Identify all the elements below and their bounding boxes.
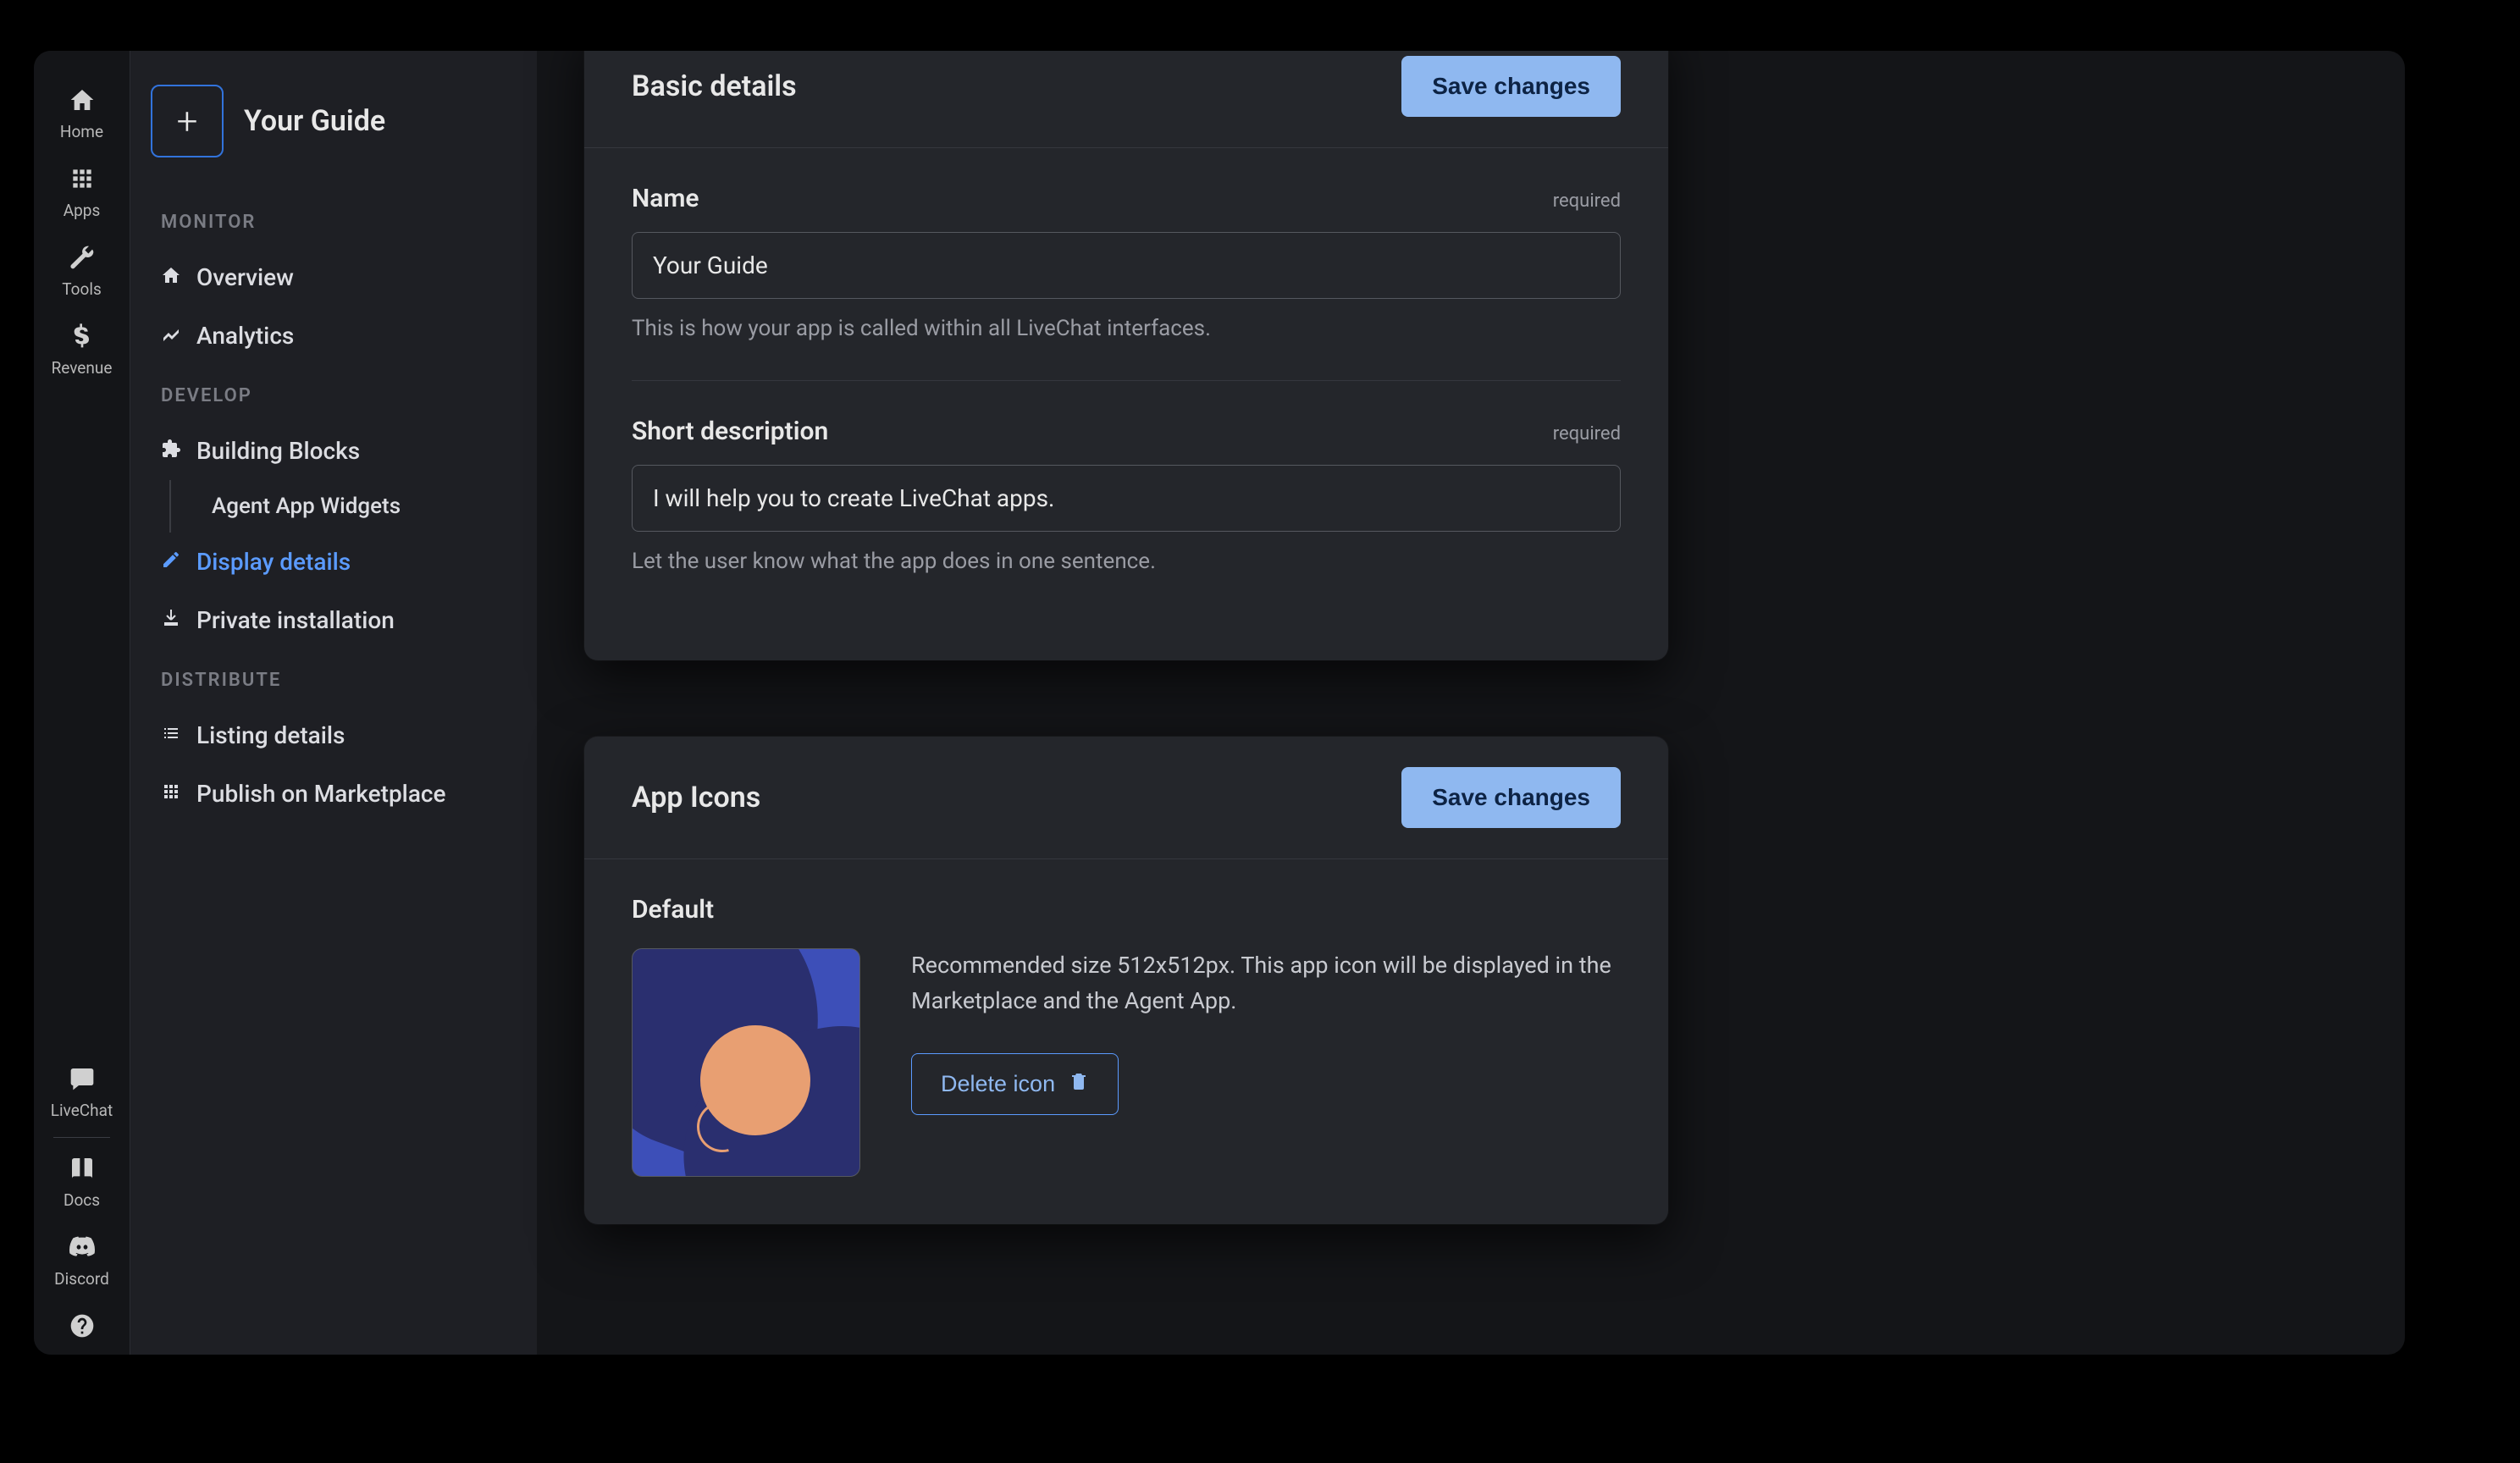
icon-meta: Recommended size 512x512px. This app ico… (911, 948, 1621, 1115)
rail-label: Revenue (52, 358, 113, 378)
icon-preview[interactable] (632, 948, 860, 1177)
nav-private-installation[interactable]: Private installation (151, 591, 517, 649)
discord-icon (69, 1234, 96, 1264)
card-title: App Icons (632, 781, 760, 814)
short-desc-label: Short description (632, 417, 828, 446)
help-icon (69, 1312, 96, 1343)
name-label: Name (632, 184, 699, 213)
nav-overview[interactable]: Overview (151, 248, 517, 306)
nav-label: Agent App Widgets (212, 494, 401, 519)
rail-revenue[interactable]: Revenue (34, 311, 130, 389)
home-icon (69, 86, 96, 117)
chat-icon (69, 1065, 96, 1096)
grid-icon (161, 780, 181, 808)
nav-label: Listing details (196, 721, 345, 749)
app-name: Your Guide (244, 104, 385, 138)
nav-sub-list: Agent App Widgets (169, 480, 517, 533)
rail-help[interactable] (34, 1300, 130, 1355)
icon-description: Recommended size 512x512px. This app ico… (911, 948, 1621, 1019)
name-input[interactable] (632, 232, 1621, 299)
card-header: Basic details Save changes (584, 51, 1668, 148)
dollar-icon (69, 323, 96, 353)
card-header: App Icons Save changes (584, 737, 1668, 859)
save-button[interactable]: Save changes (1401, 767, 1621, 828)
required-tag: required (1553, 190, 1621, 212)
icon-rail: Home Apps Tools Revenue LiveChat Docs Di… (34, 51, 130, 1355)
short-desc-input[interactable] (632, 465, 1621, 532)
app-icon-placeholder[interactable]: + (151, 85, 224, 157)
list-icon (161, 721, 181, 749)
card-body: Default Recommended size 512x512px. This… (584, 859, 1668, 1224)
nav-building-blocks[interactable]: Building Blocks (151, 422, 517, 480)
book-icon (69, 1155, 96, 1185)
rail-label: Home (60, 122, 103, 141)
nav-label: Building Blocks (196, 437, 360, 465)
rail-tools[interactable]: Tools (34, 232, 130, 311)
rail-label: Tools (62, 279, 102, 299)
nav-display-details[interactable]: Display details (151, 533, 517, 591)
sidebar: + Your Guide Monitor Overview Analytics … (130, 51, 537, 1355)
section-develop: Develop (151, 365, 517, 422)
home-icon (161, 263, 181, 291)
chart-icon (161, 322, 181, 350)
wrench-icon (69, 244, 96, 274)
button-label: Delete icon (941, 1071, 1055, 1097)
rail-label: Apps (64, 201, 101, 220)
nav-label: Publish on Marketplace (196, 780, 446, 808)
nav-label: Overview (196, 263, 294, 291)
app-header: + Your Guide (151, 85, 517, 191)
rail-label: LiveChat (51, 1101, 113, 1120)
rail-home[interactable]: Home (34, 75, 130, 153)
rail-apps[interactable]: Apps (34, 153, 130, 232)
nav-publish-marketplace[interactable]: Publish on Marketplace (151, 765, 517, 823)
rail-discord[interactable]: Discord (34, 1222, 130, 1300)
card-title: Basic details (632, 69, 797, 103)
rail-label: Docs (64, 1190, 100, 1210)
nav-label: Private installation (196, 606, 395, 634)
nav-listing-details[interactable]: Listing details (151, 706, 517, 765)
app-window: Home Apps Tools Revenue LiveChat Docs Di… (34, 51, 2405, 1355)
puzzle-icon (161, 437, 181, 465)
short-desc-field-block: Short description required Let the user … (632, 417, 1621, 613)
pencil-icon (161, 548, 181, 576)
nav-label: Analytics (196, 322, 294, 350)
default-icon-label: Default (632, 895, 1621, 925)
rail-label: Discord (54, 1269, 109, 1289)
divider (53, 1137, 111, 1138)
required-tag: required (1553, 423, 1621, 444)
icon-row: Recommended size 512x512px. This app ico… (632, 948, 1621, 1177)
main-content: Basic details Save changes Name required… (584, 51, 1668, 1224)
nav-label: Display details (196, 548, 351, 576)
nav-analytics[interactable]: Analytics (151, 306, 517, 365)
download-icon (161, 606, 181, 634)
short-desc-helper: Let the user know what the app does in o… (632, 549, 1621, 574)
apps-icon (69, 165, 96, 196)
trash-icon (1069, 1071, 1089, 1097)
section-monitor: Monitor (151, 191, 517, 248)
rail-docs[interactable]: Docs (34, 1143, 130, 1222)
name-helper: This is how your app is called within al… (632, 316, 1621, 341)
basic-details-card: Basic details Save changes Name required… (584, 51, 1668, 660)
rail-livechat[interactable]: LiveChat (34, 1053, 130, 1132)
section-distribute: Distribute (151, 649, 517, 706)
card-body: Name required This is how your app is ca… (584, 148, 1668, 660)
delete-icon-button[interactable]: Delete icon (911, 1053, 1119, 1115)
nav-agent-app-widgets[interactable]: Agent App Widgets (202, 480, 517, 533)
name-field-block: Name required This is how your app is ca… (632, 184, 1621, 381)
save-button[interactable]: Save changes (1401, 56, 1621, 117)
plus-icon: + (177, 99, 198, 143)
app-icons-card: App Icons Save changes Default Recommend… (584, 737, 1668, 1224)
